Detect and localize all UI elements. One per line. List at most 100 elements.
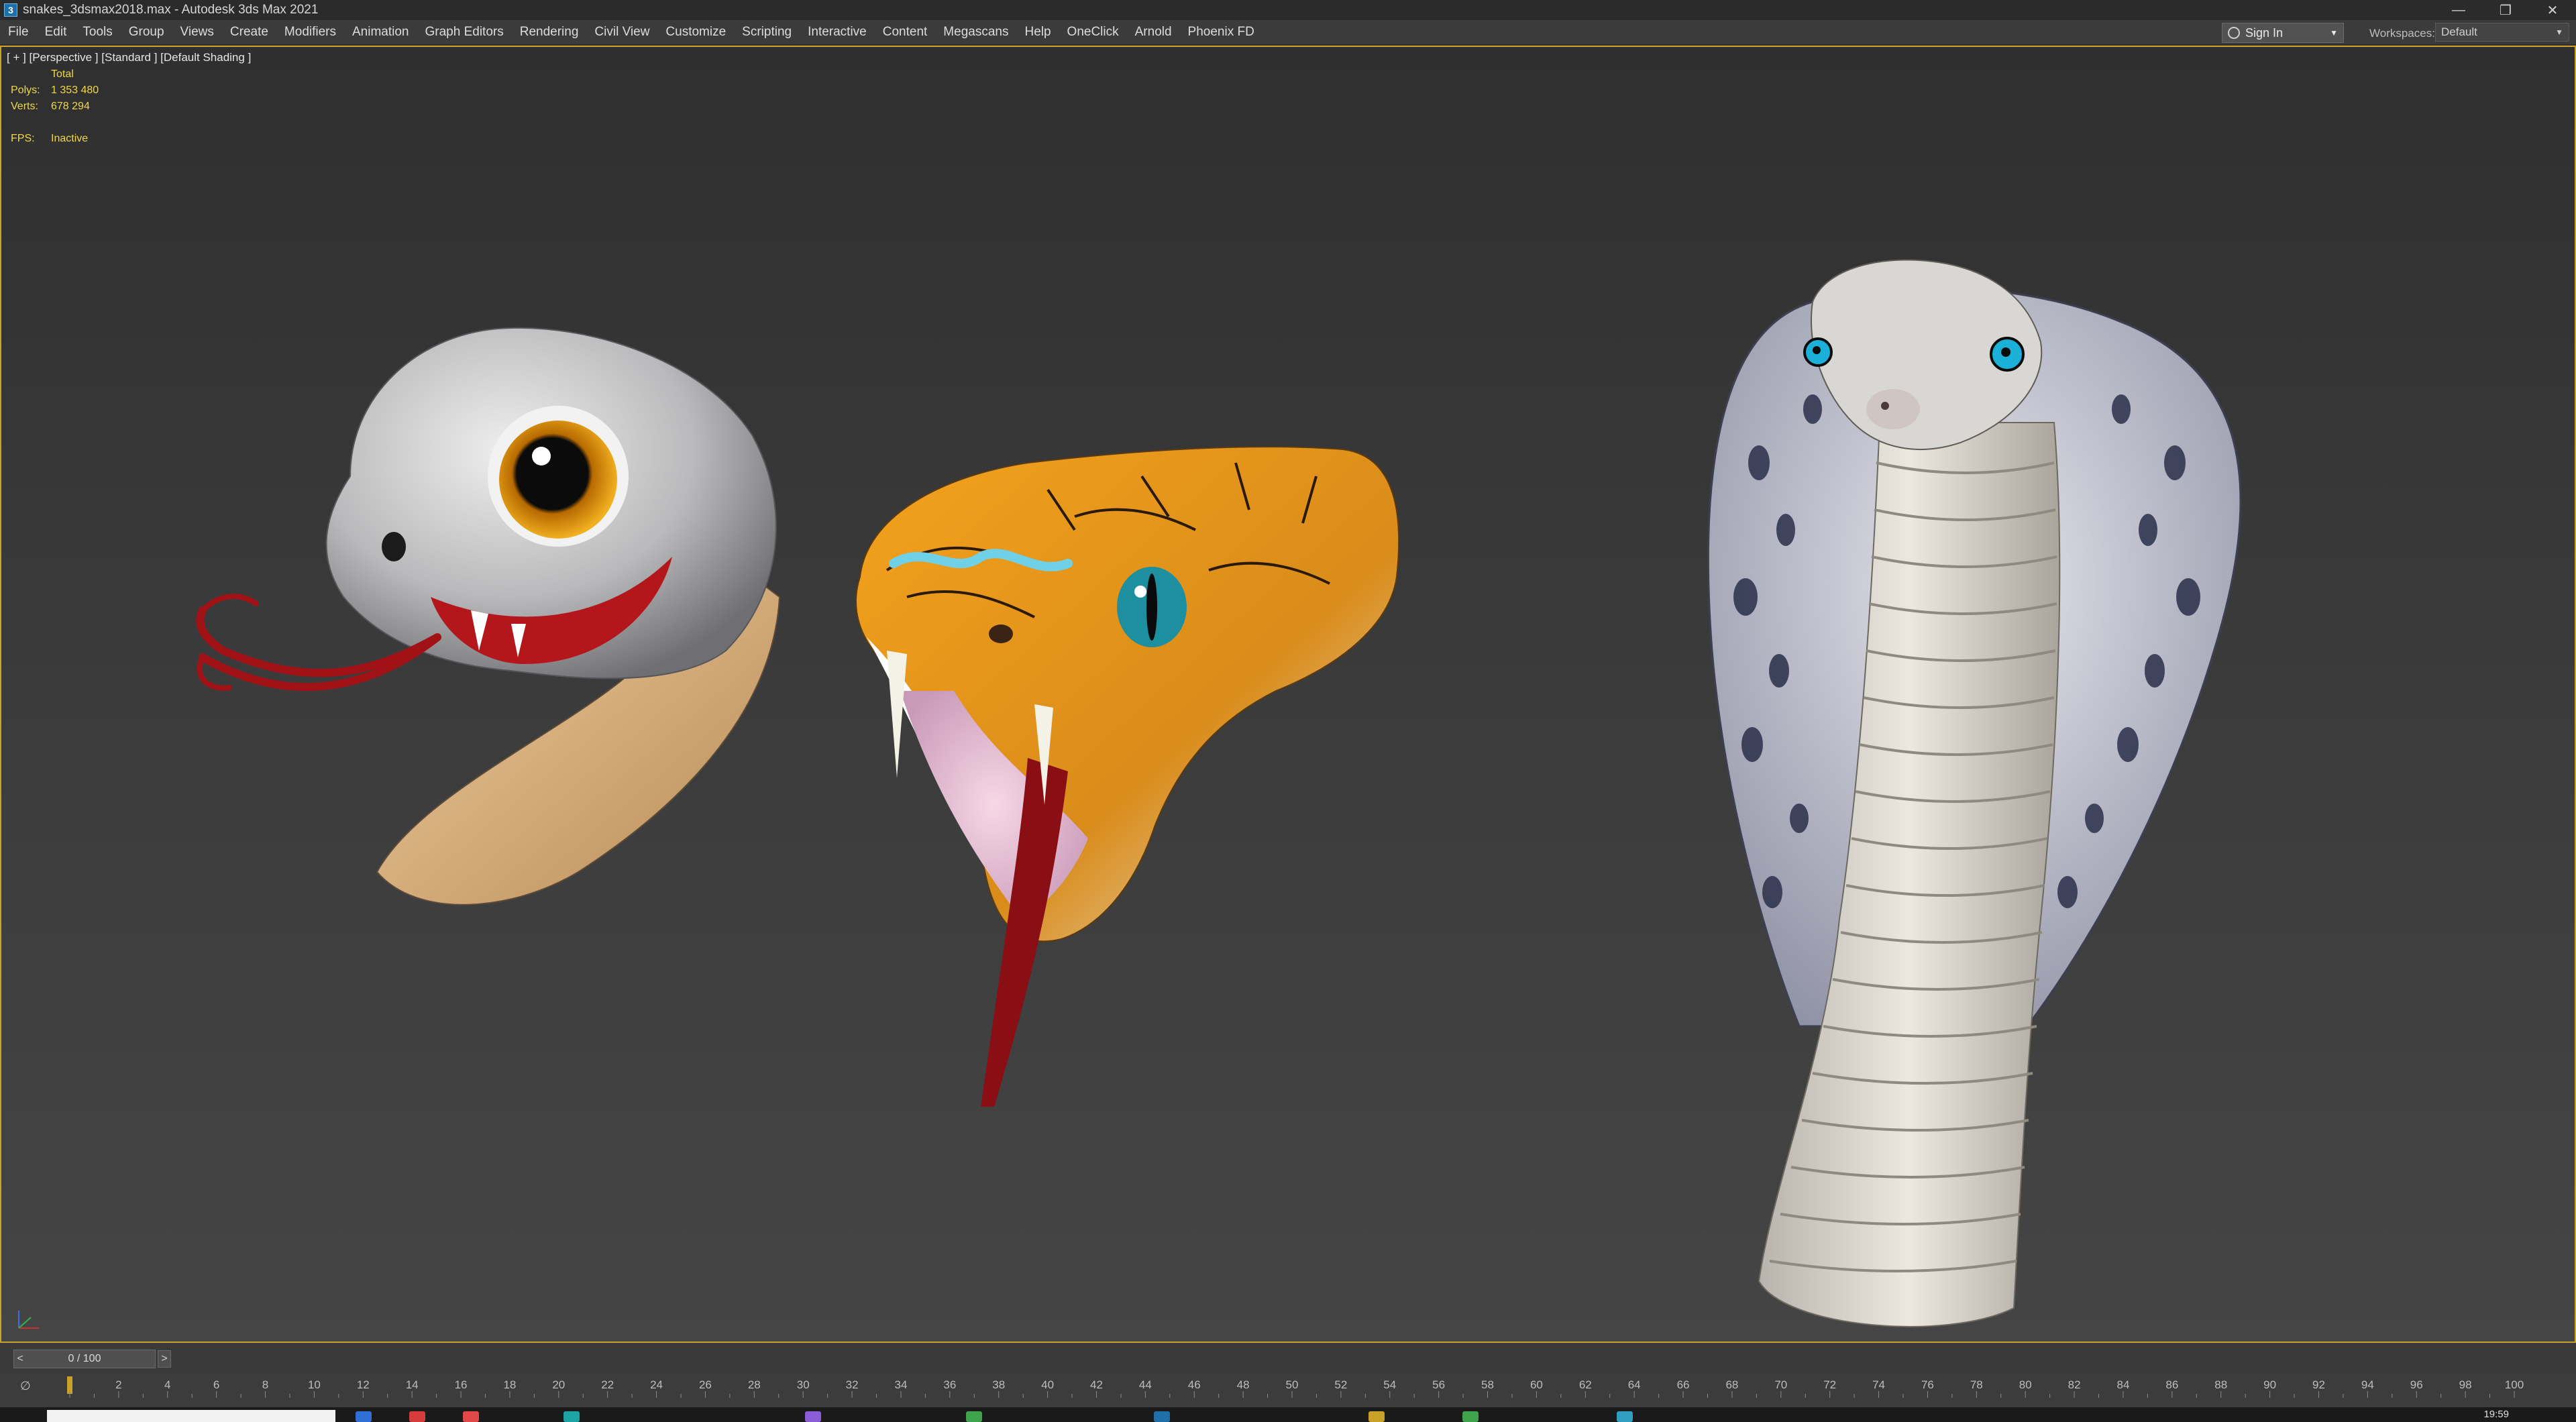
track-tick-label: 20 bbox=[552, 1378, 565, 1391]
time-slider-thumb[interactable]: < 0 / 100 > bbox=[13, 1350, 171, 1368]
menu-civil-view[interactable]: Civil View bbox=[586, 25, 657, 40]
track-tick-label: 52 bbox=[1334, 1378, 1347, 1391]
menu-bar: File Edit Tools Group Views Create Modif… bbox=[0, 20, 2576, 45]
track-tick-label: 58 bbox=[1481, 1378, 1494, 1391]
menu-arnold[interactable]: Arnold bbox=[1127, 25, 1180, 40]
menu-file[interactable]: File bbox=[0, 25, 37, 40]
taskbar-3dsmax-icon[interactable] bbox=[1154, 1411, 1170, 1422]
track-tick-label: 98 bbox=[2459, 1378, 2472, 1391]
track-tick-label: 62 bbox=[1579, 1378, 1592, 1391]
track-tick-label: 72 bbox=[1823, 1378, 1836, 1391]
track-tick-label: 64 bbox=[1628, 1378, 1641, 1391]
menu-tools[interactable]: Tools bbox=[74, 25, 120, 40]
cartoon-snake[interactable] bbox=[196, 327, 781, 906]
taskbar-search-box[interactable] bbox=[47, 1410, 335, 1422]
track-tick-label: 44 bbox=[1139, 1378, 1152, 1391]
track-bar-ruler: 2 4 6 8 10 12 14 16 18 20 22 24 26 28 30 32 34 36 38 40 42 44… bbox=[69, 1378, 2524, 1398]
track-tick-label: 40 bbox=[1041, 1378, 1054, 1391]
track-tick-label: 36 bbox=[943, 1378, 956, 1391]
track-tick-label: 34 bbox=[894, 1378, 907, 1391]
menu-customize[interactable]: Customize bbox=[657, 25, 734, 40]
menu-interactive[interactable]: Interactive bbox=[800, 25, 875, 40]
perspective-viewport[interactable]: [ + ] [Perspective ] [Standard ] [Defaul… bbox=[0, 46, 2576, 1343]
axis-tripod-icon bbox=[12, 1308, 43, 1338]
track-tick-label: 24 bbox=[650, 1378, 663, 1391]
user-icon bbox=[2228, 27, 2240, 39]
time-next-button[interactable]: > bbox=[158, 1350, 171, 1368]
track-tick-label: 94 bbox=[2361, 1378, 2374, 1391]
menu-content[interactable]: Content bbox=[875, 25, 936, 40]
menu-rendering[interactable]: Rendering bbox=[512, 25, 587, 40]
close-button[interactable]: ✕ bbox=[2529, 0, 2576, 20]
track-tick-label: 46 bbox=[1188, 1378, 1201, 1391]
app-icon[interactable]: 3 bbox=[4, 3, 17, 17]
track-tick-label: 6 bbox=[213, 1378, 219, 1391]
track-tick-label: 2 bbox=[115, 1378, 121, 1391]
menu-graph-editors[interactable]: Graph Editors bbox=[417, 25, 512, 40]
track-tick-label: 74 bbox=[1872, 1378, 1885, 1391]
track-tick-label: 96 bbox=[2410, 1378, 2423, 1391]
track-tick-label: 66 bbox=[1677, 1378, 1690, 1391]
taskbar-app-icon[interactable] bbox=[564, 1411, 580, 1422]
track-tick-label: 30 bbox=[797, 1378, 810, 1391]
menu-animation[interactable]: Animation bbox=[344, 25, 417, 40]
track-tick-label: 70 bbox=[1774, 1378, 1787, 1391]
taskbar-app-icon[interactable] bbox=[356, 1411, 372, 1422]
track-tick-label: 42 bbox=[1090, 1378, 1103, 1391]
track-tick-label: 86 bbox=[2165, 1378, 2178, 1391]
menu-megascans[interactable]: Megascans bbox=[935, 25, 1016, 40]
time-slider[interactable]: < 0 / 100 > bbox=[0, 1343, 2576, 1374]
chevron-down-icon: ▼ bbox=[2555, 28, 2563, 37]
menu-scripting[interactable]: Scripting bbox=[734, 25, 800, 40]
minimize-button[interactable]: — bbox=[2435, 0, 2482, 20]
menu-help[interactable]: Help bbox=[1016, 25, 1059, 40]
taskbar-app-icon[interactable] bbox=[409, 1411, 425, 1422]
track-tick-label: 78 bbox=[1970, 1378, 1983, 1391]
taskbar-app-icon[interactable] bbox=[966, 1411, 982, 1422]
sign-in-dropdown[interactable]: Sign In ▼ bbox=[2222, 23, 2344, 43]
track-tick-label: 92 bbox=[2312, 1378, 2325, 1391]
taskbar-app-icon[interactable] bbox=[805, 1411, 821, 1422]
track-tick-label: 82 bbox=[2068, 1378, 2081, 1391]
viper-snake[interactable] bbox=[855, 446, 1400, 1107]
title-bar: 3 snakes_3dsmax2018.max - Autodesk 3ds M… bbox=[0, 0, 2576, 20]
track-tick-label: 84 bbox=[2116, 1378, 2129, 1391]
track-tick-label: 50 bbox=[1286, 1378, 1299, 1391]
menu-edit[interactable]: Edit bbox=[37, 25, 75, 40]
track-tick-label: 100 bbox=[2505, 1378, 2524, 1391]
track-tick-label: 56 bbox=[1432, 1378, 1445, 1391]
scene-render bbox=[196, 259, 2242, 1327]
menu-create[interactable]: Create bbox=[222, 25, 276, 40]
menu-modifiers[interactable]: Modifiers bbox=[276, 25, 344, 40]
workspaces-value: Default bbox=[2441, 25, 2477, 38]
time-prev-button[interactable]: < bbox=[14, 1353, 26, 1365]
track-bar[interactable]: ∅ 2 4 6 8 10 12 14 16 18 20 22 24 26 28 30 32 34 36 38 40 42… bbox=[0, 1374, 2576, 1407]
menu-phoenix-fd[interactable]: Phoenix FD bbox=[1180, 25, 1263, 40]
taskbar-app-icon[interactable] bbox=[1368, 1411, 1385, 1422]
track-tick-label: 90 bbox=[2263, 1378, 2276, 1391]
taskbar-app-icon[interactable] bbox=[1462, 1411, 1479, 1422]
track-tick-label: 14 bbox=[406, 1378, 419, 1391]
track-tick-label: 68 bbox=[1725, 1378, 1738, 1391]
track-tick-label: 12 bbox=[357, 1378, 370, 1391]
workspaces-select[interactable]: Default ▼ bbox=[2435, 23, 2569, 42]
track-tick-label: 10 bbox=[308, 1378, 321, 1391]
track-tick-label: 4 bbox=[164, 1378, 170, 1391]
taskbar-clock[interactable]: 19:59 bbox=[2483, 1409, 2509, 1420]
restore-button[interactable]: ❐ bbox=[2482, 0, 2529, 20]
track-tick-label: 60 bbox=[1530, 1378, 1543, 1391]
time-slider-value: 0 / 100 bbox=[68, 1353, 101, 1364]
track-tick-label: 80 bbox=[2019, 1378, 2032, 1391]
track-tick-label: 22 bbox=[601, 1378, 614, 1391]
track-tick-label: 38 bbox=[992, 1378, 1005, 1391]
menu-group[interactable]: Group bbox=[121, 25, 172, 40]
track-tick-label: 54 bbox=[1383, 1378, 1396, 1391]
taskbar-app-icon[interactable] bbox=[1617, 1411, 1633, 1422]
menu-views[interactable]: Views bbox=[172, 25, 222, 40]
taskbar-app-icon[interactable] bbox=[463, 1411, 479, 1422]
track-tick-label: 32 bbox=[846, 1378, 859, 1391]
sign-in-label: Sign In bbox=[2245, 25, 2284, 40]
menu-oneclick[interactable]: OneClick bbox=[1059, 25, 1127, 40]
cobra-snake[interactable] bbox=[1707, 259, 2242, 1327]
track-tick-label: 18 bbox=[503, 1378, 516, 1391]
